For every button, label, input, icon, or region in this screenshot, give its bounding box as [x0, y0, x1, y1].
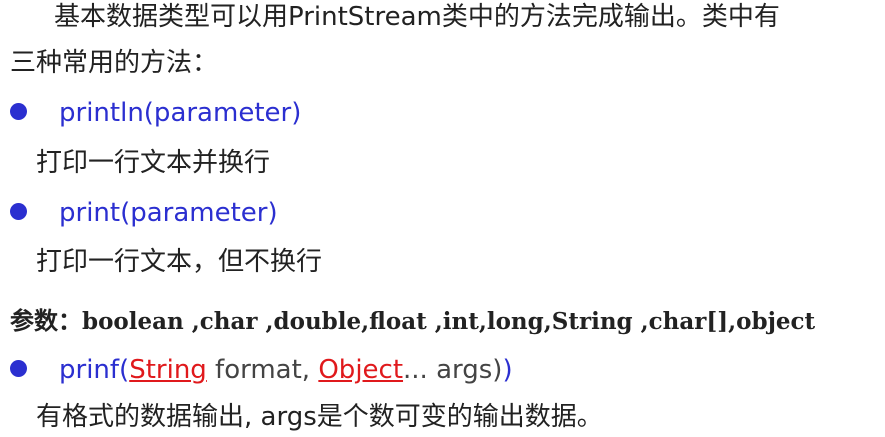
intro-line-1: 基本数据类型可以用PrintStream类中的方法完成输出。类中有 — [54, 2, 780, 32]
method-signature: println(parameter) — [59, 98, 302, 128]
bullet-icon — [10, 203, 27, 220]
parameter-list: boolean ,char ,double,float ,int,long,St… — [82, 308, 816, 335]
intro-line-2: 三种常用的方法： — [10, 48, 219, 78]
string-type-link[interactable]: String — [129, 355, 207, 385]
object-type-link[interactable]: Object — [318, 355, 403, 385]
printf-suffix: ) — [502, 355, 513, 385]
method-println: println(parameter) — [10, 96, 301, 130]
method-println-description: 打印一行文本并换行 — [36, 148, 271, 178]
parameter-types: 参数：boolean ,char ,double,float ,int,long… — [10, 304, 815, 339]
bullet-icon — [10, 360, 27, 377]
printf-arg-args: ... args) — [403, 355, 503, 385]
printf-prefix: prinf( — [59, 355, 130, 385]
method-signature: print(parameter) — [59, 198, 278, 228]
parameter-label: 参数： — [10, 307, 82, 335]
bullet-icon — [10, 103, 27, 120]
method-printf: prinf(String format, Object... args)) — [10, 353, 513, 387]
method-print: print(parameter) — [10, 196, 278, 230]
method-printf-description: 有格式的数据输出, args是个数可变的输出数据。 — [36, 402, 603, 432]
printf-arg-format: format, — [206, 355, 319, 385]
method-print-description: 打印一行文本，但不换行 — [36, 247, 323, 277]
